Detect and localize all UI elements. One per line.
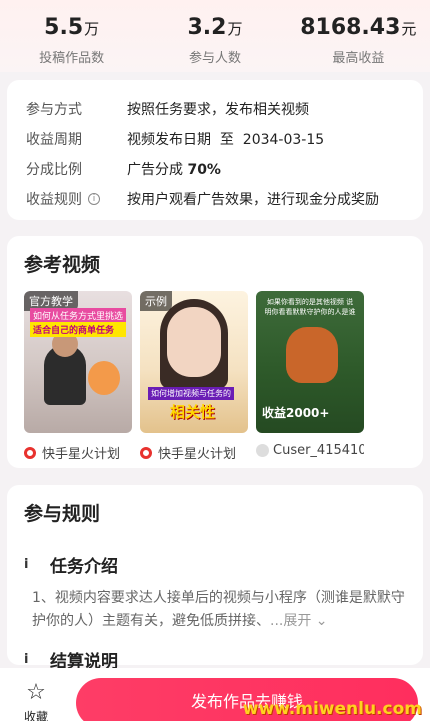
video-author[interactable]: 快手星火计划	[140, 443, 248, 462]
stat-works-label: 投稿作品数	[39, 51, 105, 66]
task-intro-body: 1、视频内容要求达人接单后的视频与小程序（测谁是默默守护你的人）主题有关，避免低…	[32, 590, 405, 629]
info-key-rules: 收益规则 i	[26, 189, 127, 209]
info-circle-icon[interactable]: i	[88, 193, 100, 205]
video-item[interactable]: 如果你看到的是其他视频 说明你看看默默守护你的人是谁 收益2000+ Cuser…	[256, 291, 364, 462]
participation-rules-card: 参与规则 i 任务介绍 1、视频内容要求达人接单后的视频与小程序（测谁是默默守护…	[7, 485, 423, 672]
reference-videos-title: 参考视频	[24, 254, 101, 276]
watermark: www.miwenlu.com	[242, 699, 422, 719]
video-thumbnail[interactable]: 示例 如何增加视频与任务的 相关性	[140, 291, 248, 433]
rules-title: 参与规则	[24, 503, 101, 525]
info-value-method: 按照任务要求，发布相关视频	[127, 102, 309, 118]
fox-figure	[286, 327, 338, 383]
task-info-card: 参与方式 按照任务要求，发布相关视频 收益周期 视频发布日期 至 2034-03…	[7, 80, 423, 220]
info-row-ratio: 分成比例 广告分成 70%	[26, 154, 404, 184]
info-key-period: 收益周期	[26, 132, 82, 148]
video-author[interactable]: 快手星火计划	[24, 443, 132, 462]
video-author-name: Cuser_4154106...	[273, 443, 364, 458]
video-item[interactable]: 示例 如何增加视频与任务的 相关性 快手星火计划	[140, 291, 248, 462]
video-caption-yellow: 适合自己的商单任务	[30, 322, 126, 337]
info-key-ratio: 分成比例	[26, 162, 82, 178]
favorite-button[interactable]: ☆ 收藏	[24, 682, 48, 721]
stat-max-income-value: 8168.43	[300, 15, 401, 40]
info-icon: i	[24, 652, 29, 667]
stat-max-income-label: 最高收益	[332, 51, 385, 66]
stat-works-unit: 万	[84, 20, 100, 38]
info-row-period: 收益周期 视频发布日期 至 2034-03-15	[26, 124, 404, 154]
stat-max-income-unit: 元	[401, 20, 417, 38]
mascot-figure	[88, 361, 120, 395]
info-key-rules-label: 收益规则	[26, 192, 82, 208]
video-thumbnail[interactable]: 如果你看到的是其他视频 说明你看看默默守护你的人是谁 收益2000+	[256, 291, 364, 433]
stat-works-value: 5.5	[44, 15, 84, 40]
reference-videos-card: 参考视频 官方教学 如何从任务方式里挑选 适合自己的商单任务 快手星火计划 示例…	[7, 236, 423, 468]
kuaishou-icon	[140, 446, 152, 459]
stat-participants-value: 3.2	[187, 15, 227, 40]
info-value-ratio: 广告分成 70%	[127, 159, 221, 179]
info-value-ratio-prefix: 广告分成	[127, 162, 188, 178]
star-icon: ☆	[26, 680, 46, 705]
task-intro-text: 1、视频内容要求达人接单后的视频与小程序（测谁是默默守护你的人）主题有关，避免低…	[24, 587, 406, 633]
girl-face	[167, 307, 221, 377]
info-row-method: 参与方式 按照任务要求，发布相关视频	[26, 94, 404, 124]
stat-works: 5.5万 投稿作品数	[0, 0, 143, 72]
info-icon: i	[24, 557, 29, 572]
favorite-label: 收藏	[24, 710, 49, 721]
video-thumbnail[interactable]: 官方教学 如何从任务方式里挑选 适合自己的商单任务	[24, 291, 132, 433]
video-item[interactable]: 官方教学 如何从任务方式里挑选 适合自己的商单任务 快手星火计划	[24, 291, 132, 462]
info-row-rules: 收益规则 i 按用户观看广告效果，进行现金分成奖励	[26, 184, 404, 214]
stats-header: 5.5万 投稿作品数 3.2万 参与人数 8168.43元 最高收益	[0, 0, 430, 72]
video-caption-purple: 如何增加视频与任务的	[148, 387, 234, 400]
task-intro-heading: i 任务介绍	[24, 552, 406, 577]
video-author[interactable]: Cuser_4154106...	[256, 443, 364, 458]
expand-link[interactable]: ...展开 ⌄	[270, 613, 328, 629]
stat-participants: 3.2万 参与人数	[143, 0, 286, 72]
user-avatar-icon	[256, 444, 269, 457]
info-value-period: 视频发布日期 至 2034-03-15	[127, 132, 325, 148]
video-tag: 示例	[140, 291, 172, 311]
video-earnings: 收益2000+	[262, 406, 330, 420]
video-author-name: 快手星火计划	[158, 447, 237, 462]
info-value-ratio-percent: 70%	[187, 162, 221, 178]
bottom-action-bar: ☆ 收藏 发布作品去赚钱 www.miwenlu.com	[0, 668, 430, 721]
stat-participants-unit: 万	[227, 20, 243, 38]
video-list: 官方教学 如何从任务方式里挑选 适合自己的商单任务 快手星火计划 示例 如何增加…	[24, 291, 406, 462]
video-author-name: 快手星火计划	[42, 447, 121, 462]
video-caption-big: 相关性	[170, 403, 216, 421]
stat-participants-label: 参与人数	[188, 51, 241, 66]
info-value-rules: 按用户观看广告效果，进行现金分成奖励	[127, 192, 379, 208]
kuaishou-icon	[24, 446, 36, 459]
task-intro-title: 任务介绍	[50, 557, 118, 577]
video-caption-top: 如果你看到的是其他视频 说明你看看默默守护你的人是谁	[264, 298, 356, 316]
info-key-method: 参与方式	[26, 102, 82, 118]
stat-max-income: 8168.43元 最高收益	[287, 0, 430, 72]
video-caption-pink: 如何从任务方式里挑选	[30, 308, 126, 323]
